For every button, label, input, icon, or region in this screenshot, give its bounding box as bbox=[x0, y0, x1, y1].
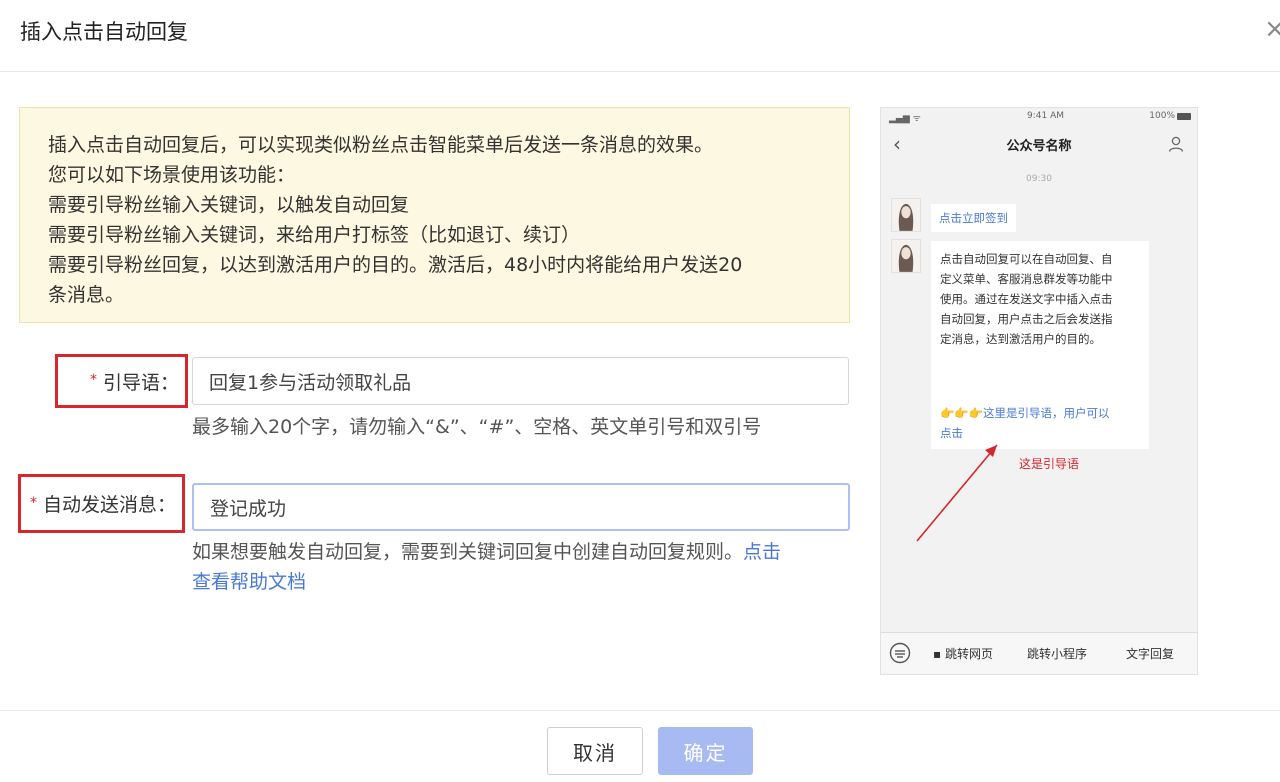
close-icon[interactable]: × bbox=[1264, 14, 1280, 44]
dialog-title: 插入点击自动回复 bbox=[20, 20, 188, 44]
avatar-portrait-icon bbox=[892, 240, 920, 272]
bubble-line: 自动回复，用户点击之后会发送指 bbox=[940, 312, 1113, 326]
notice-line: 需要引导粉丝输入关键词，来给用户打标签（比如退订、续订） bbox=[48, 224, 581, 246]
notice-line: 您可以如下场景使用该功能： bbox=[48, 164, 296, 186]
auto-message-input[interactable]: 登记成功 bbox=[192, 483, 850, 531]
person-icon[interactable] bbox=[1167, 135, 1185, 153]
auto-message-hint-text: 如果想要触发自动回复，需要到关键词回复中创建自动回复规则。 bbox=[192, 541, 744, 563]
phone-nav-bar: ‹ 公众号名称 bbox=[881, 126, 1197, 162]
bubble-line: 定义菜单、客服消息群发等功能中 bbox=[940, 272, 1113, 286]
auto-message-label: 自动发送消息： bbox=[42, 494, 176, 516]
confirm-button[interactable]: 确定 bbox=[658, 727, 753, 775]
menu-item-webpage[interactable]: ▪ 跳转网页 bbox=[933, 645, 993, 662]
guide-label-highlight: * 引导语： bbox=[55, 354, 188, 408]
bubble-line: 定消息，达到激活用户的目的。 bbox=[940, 332, 1101, 346]
avatar bbox=[891, 198, 921, 232]
status-battery: 100% bbox=[1149, 111, 1175, 121]
notice-line: 需要引导粉丝输入关键词，以触发自动回复 bbox=[48, 194, 410, 216]
chat-timestamp: 09:30 bbox=[1026, 174, 1052, 184]
menu-item-miniprogram[interactable]: 跳转小程序 bbox=[1027, 645, 1087, 662]
help-link[interactable]: 点击 bbox=[743, 541, 781, 563]
avatar-portrait-icon bbox=[892, 199, 920, 231]
account-name: 公众号名称 bbox=[1006, 139, 1072, 154]
dialog-footer: 取消 确定 bbox=[0, 710, 1280, 782]
phone-menu-bar: ▪ 跳转网页 跳转小程序 文字回复 bbox=[881, 632, 1197, 674]
help-doc-link[interactable]: 查看帮助文档 bbox=[192, 571, 306, 593]
avatar bbox=[891, 239, 921, 273]
required-mark: * bbox=[89, 372, 97, 388]
notice-line: 插入点击自动回复后，可以实现类似粉丝点击智能菜单后发送一条消息的效果。 bbox=[48, 134, 714, 156]
guide-text-input[interactable]: 回复1参与活动领取礼品 bbox=[192, 357, 849, 405]
info-notice: 插入点击自动回复后，可以实现类似粉丝点击智能菜单后发送一条消息的效果。 您可以如… bbox=[19, 107, 850, 323]
chat-bubble-detail: 点击自动回复可以在自动回复、自 定义菜单、客服消息群发等功能中 使用。通过在发送… bbox=[931, 241, 1149, 449]
battery-icon bbox=[1177, 113, 1191, 120]
guide-label: 引导语： bbox=[102, 371, 179, 394]
menu-item-text-reply[interactable]: 文字回复 bbox=[1126, 645, 1174, 662]
chat-bubble[interactable]: 点击立即签到 bbox=[931, 204, 1016, 232]
status-time: 9:41 AM bbox=[1027, 111, 1064, 121]
guide-hint: 最多输入20个字，请勿输入“&”、“#”、空格、英文单引号和双引号 bbox=[192, 416, 762, 438]
signal-icon: ▂▄▆ ᯤ bbox=[889, 114, 921, 124]
guide-preview-line: 点击 bbox=[940, 426, 963, 440]
guide-preview-link[interactable]: 👉👉👉这里是引导语，用户可以 点击 bbox=[940, 403, 1143, 443]
auto-message-label-highlight: * 自动发送消息： bbox=[18, 474, 185, 533]
cancel-button[interactable]: 取消 bbox=[547, 727, 643, 775]
keyboard-toggle-icon[interactable] bbox=[889, 642, 911, 664]
dialog-header: 插入点击自动回复 × bbox=[0, 0, 1280, 72]
required-mark: * bbox=[29, 494, 37, 511]
bubble-line: 点击自动回复可以在自动回复、自 bbox=[940, 252, 1113, 266]
notice-line: 需要引导粉丝回复，以达到激活用户的目的。激活后，48小时内将能给用户发送20 bbox=[48, 254, 743, 276]
annotation-label: 这是引导语 bbox=[1019, 457, 1080, 471]
status-bar: ▂▄▆ ᯤ 9:41 AM 100% bbox=[881, 108, 1197, 126]
phone-preview: ▂▄▆ ᯤ 9:41 AM 100% ‹ 公众号名称 09:30 点击立即签到 … bbox=[880, 107, 1198, 675]
notice-line: 条消息。 bbox=[48, 284, 125, 306]
bubble-line: 使用。通过在发送文字中插入点击 bbox=[940, 292, 1113, 306]
auto-message-hint: 如果想要触发自动回复，需要到关键词回复中创建自动回复规则。点击 查看帮助文档 bbox=[192, 537, 781, 597]
guide-preview-line: 👉👉👉这里是引导语，用户可以 bbox=[940, 406, 1110, 420]
